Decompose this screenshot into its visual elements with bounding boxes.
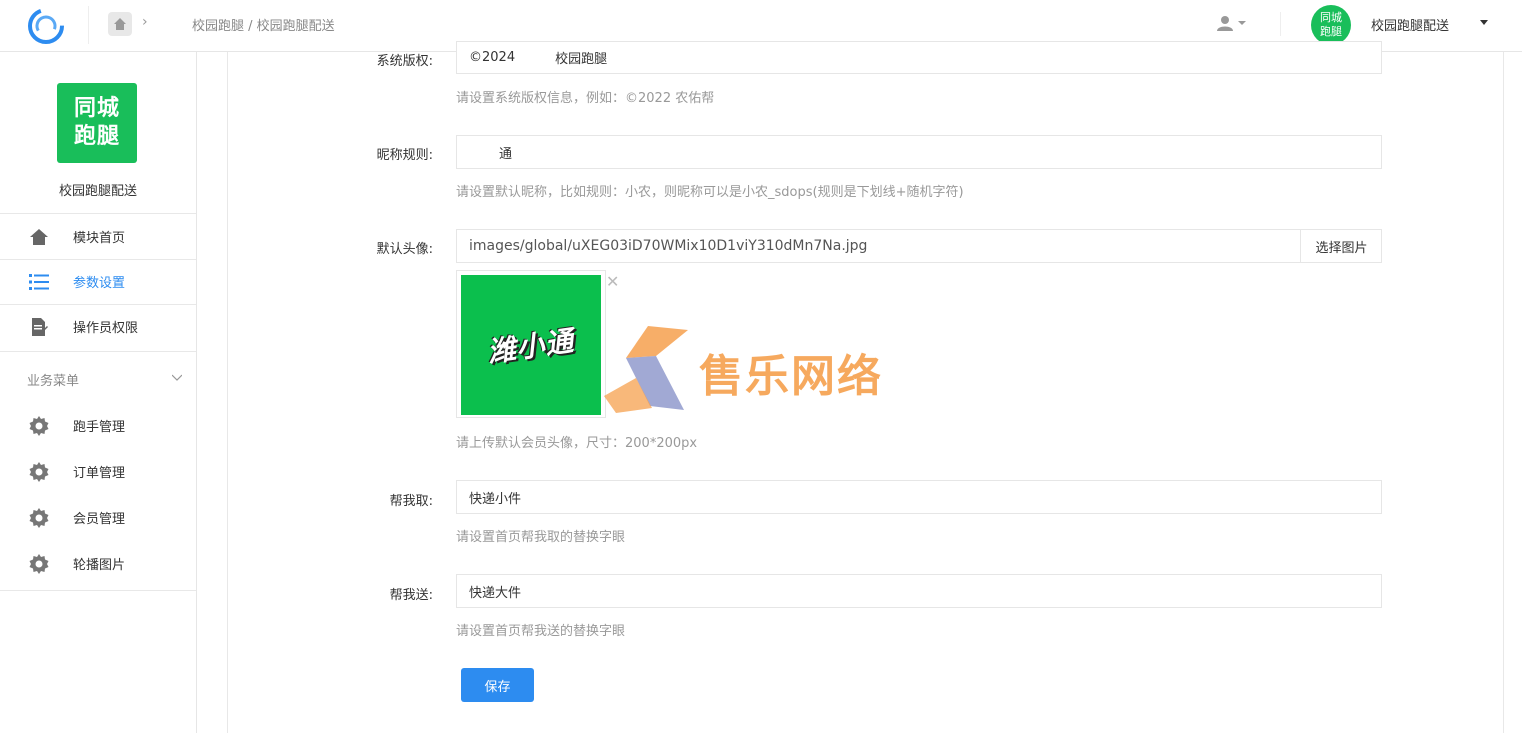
avatar-preview: 潍小通: [456, 270, 606, 418]
close-icon[interactable]: ✕: [606, 272, 619, 291]
sidebar-item-label: 订单管理: [73, 466, 126, 481]
sidebar-item-label: 模块首页: [73, 231, 126, 246]
save-button[interactable]: 保存: [461, 668, 534, 702]
copyright-label: 系统版权:: [376, 54, 433, 69]
copyright-input[interactable]: ©2024 校园跑腿: [456, 41, 1382, 74]
nickname-label: 昵称规则:: [376, 148, 433, 163]
gear-icon: [28, 553, 50, 575]
sidebar: 同城 跑腿 校园跑腿配送 模块首页 参数设置 操作员权限 业务菜单 跑手管理 订…: [0, 52, 197, 733]
app-logo-icon[interactable]: [24, 4, 68, 48]
sidebar-item-label: 轮播图片: [73, 558, 126, 573]
sidebar-item-label: 操作员权限: [73, 321, 139, 336]
home-icon: [114, 18, 126, 30]
user-icon: [1217, 16, 1233, 31]
sidebar-shop-name: 校园跑腿配送: [58, 184, 137, 199]
chevron-down-icon[interactable]: [1480, 20, 1488, 25]
nickname-hint: 请设置默认昵称，比如规则：小农，则昵称可以是小农_sdops(规则是下划线+随机…: [456, 185, 964, 200]
chevron-down-icon: [1238, 21, 1246, 25]
fetch-hint: 请设置首页帮我取的替换字眼: [456, 530, 626, 545]
breadcrumb-text: 校园跑腿 / 校园跑腿配送: [192, 19, 335, 34]
sidebar-item-banners[interactable]: 轮播图片: [0, 541, 196, 586]
home-icon: [28, 226, 50, 248]
sidebar-item-members[interactable]: 会员管理: [0, 495, 196, 540]
shop-avatar[interactable]: 同城 跑腿: [1311, 5, 1351, 45]
avatar-label: 默认头像:: [376, 242, 433, 257]
sidebar-item-settings[interactable]: 参数设置: [0, 259, 196, 304]
sidebar-item-operators[interactable]: 操作员权限: [0, 304, 196, 349]
choose-image-button[interactable]: 选择图片: [1300, 229, 1382, 263]
shop-name[interactable]: 校园跑腿配送: [1371, 15, 1449, 34]
send-hint: 请设置首页帮我送的替换字眼: [456, 624, 626, 639]
avatar-path-input[interactable]: images/global/uXEG03iD70WMix10D1viY310dM…: [456, 229, 1382, 263]
gear-icon: [28, 415, 50, 437]
sidebar-item-orders[interactable]: 订单管理: [0, 449, 196, 494]
home-button[interactable]: [108, 12, 132, 36]
nickname-input[interactable]: 通: [456, 135, 1382, 169]
user-menu[interactable]: [1216, 14, 1246, 32]
fetch-label: 帮我取:: [389, 494, 433, 509]
list-icon: [28, 271, 50, 293]
gear-icon: [28, 461, 50, 483]
sidebar-item-home[interactable]: 模块首页: [0, 214, 196, 259]
sidebar-item-label: 参数设置: [73, 276, 126, 291]
sidebar-group-label[interactable]: 业务菜单: [27, 370, 79, 389]
document-edit-icon: [28, 316, 50, 338]
sidebar-item-label: 会员管理: [73, 512, 126, 527]
sidebar-item-runners[interactable]: 跑手管理: [0, 403, 196, 448]
fetch-input[interactable]: 快递小件: [456, 480, 1382, 514]
breadcrumb-separator-icon: ›: [142, 14, 148, 30]
gear-icon: [28, 507, 50, 529]
send-input[interactable]: 快递大件: [456, 574, 1382, 608]
avatar-image: 潍小通: [461, 275, 601, 415]
shop-logo: 同城 跑腿: [57, 83, 137, 163]
sidebar-item-label: 跑手管理: [73, 420, 126, 435]
copyright-hint: 请设置系统版权信息，例如：©2022 农佑帮: [456, 91, 715, 106]
breadcrumb: 校园跑腿 / 校园跑腿配送: [162, 15, 335, 34]
chevron-down-icon[interactable]: [172, 372, 182, 382]
send-label: 帮我送:: [389, 588, 433, 603]
avatar-hint: 请上传默认会员头像，尺寸：200*200px: [456, 436, 698, 451]
